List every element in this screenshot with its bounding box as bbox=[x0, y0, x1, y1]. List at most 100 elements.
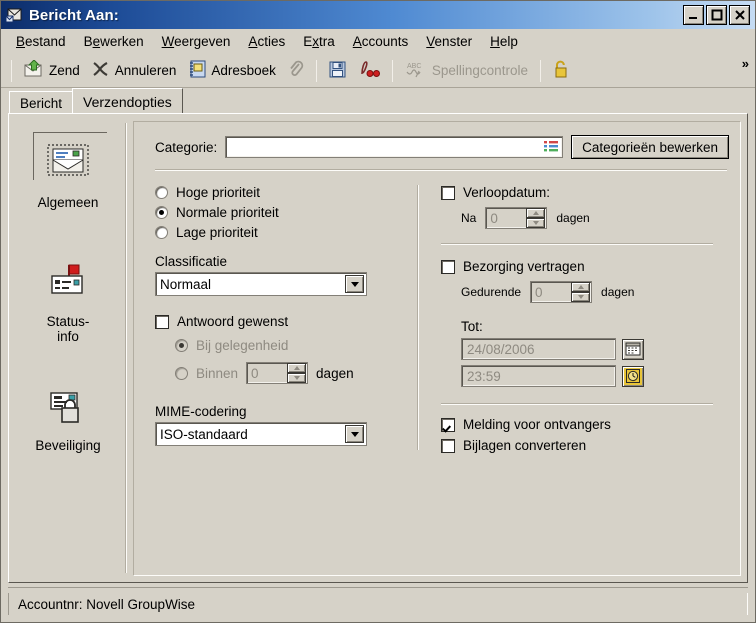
delay-until-date-field[interactable]: 24/08/2006 bbox=[461, 338, 616, 360]
rail-item-algemeen-label: Algemeen bbox=[37, 195, 99, 210]
padlock-icon bbox=[553, 59, 569, 82]
checkbox-indicator bbox=[441, 417, 455, 432]
mime-label: MIME-codering bbox=[155, 404, 247, 419]
checkbox-antwoord-gewenst-label: Antwoord gewenst bbox=[177, 314, 289, 329]
menu-venster[interactable]: Venster bbox=[417, 31, 481, 52]
checkbox-melding-voor-ontvangers[interactable]: Melding voor ontvangers bbox=[441, 417, 729, 432]
reply-within-days-spinner[interactable]: 0 bbox=[246, 362, 309, 384]
chevron-down-icon[interactable] bbox=[345, 425, 364, 443]
rail-item-beveiliging-label: Beveiliging bbox=[35, 437, 101, 453]
floppy-save-icon bbox=[329, 61, 346, 81]
delay-days-spinner[interactable]: 0 bbox=[530, 281, 593, 303]
title-bar[interactable]: Bericht Aan: bbox=[1, 1, 755, 29]
mail-message-icon bbox=[5, 7, 24, 23]
category-row: Categorie: Categorieën bewerken bbox=[141, 126, 737, 159]
spinner-up-button[interactable] bbox=[287, 363, 307, 373]
address-book-button[interactable]: Adresboek bbox=[182, 57, 282, 84]
menu-bar: Bestand Bewerken Weergeven Acties Extra … bbox=[1, 29, 755, 54]
rail-item-beveiliging[interactable]: Beveiliging bbox=[14, 389, 122, 454]
menu-bestand[interactable]: Bestand bbox=[7, 31, 75, 52]
menu-accounts[interactable]: Accounts bbox=[344, 31, 418, 52]
close-button[interactable] bbox=[729, 5, 750, 25]
radio-normale-prioriteit[interactable]: Normale prioriteit bbox=[155, 205, 403, 220]
status-flag-icon bbox=[47, 263, 89, 306]
status-bar-text: Accountnr: Novell GroupWise bbox=[8, 593, 748, 615]
delay-until-date-row: 24/08/2006 bbox=[441, 338, 729, 360]
checkbox-melding-voor-ontvangers-label: Melding voor ontvangers bbox=[463, 417, 611, 432]
checkbox-indicator bbox=[155, 314, 169, 329]
delay-unit-label: dagen bbox=[601, 285, 635, 299]
address-book-icon bbox=[188, 60, 206, 81]
expiration-days-value: 0 bbox=[490, 210, 498, 226]
cancel-button[interactable]: Annuleren bbox=[86, 58, 183, 83]
toolbar-separator-1 bbox=[315, 59, 317, 82]
checkbox-bijlagen-converteren[interactable]: Bijlagen converteren bbox=[441, 438, 729, 453]
mime-combo[interactable]: ISO-standaard bbox=[155, 422, 367, 446]
toolbar-grip[interactable] bbox=[11, 59, 12, 82]
radio-indicator bbox=[155, 206, 168, 219]
radio-indicator bbox=[155, 226, 168, 239]
delay-until-time-field[interactable]: 23:59 bbox=[461, 365, 616, 387]
delay-until-time-row: 23:59 bbox=[441, 365, 729, 387]
classification-combo[interactable]: Normaal bbox=[155, 272, 367, 296]
expiration-divider bbox=[441, 243, 713, 245]
calendar-icon[interactable] bbox=[622, 338, 644, 360]
spinner-down-button[interactable] bbox=[526, 218, 546, 228]
paperclip-icon bbox=[288, 60, 304, 81]
address-book-label: Adresboek bbox=[211, 63, 276, 78]
tab-bericht[interactable]: Bericht bbox=[9, 91, 74, 113]
classification-label: Classificatie bbox=[155, 254, 228, 269]
window-controls bbox=[683, 5, 750, 25]
rail-item-statusinfo[interactable]: Status- info bbox=[14, 263, 122, 345]
radio-bij-gelegenheid[interactable]: Bij gelegenheid bbox=[155, 338, 403, 353]
expiration-prefix-label: Na bbox=[461, 211, 477, 225]
category-label: Categorie: bbox=[155, 139, 218, 155]
window-title: Bericht Aan: bbox=[29, 6, 119, 24]
menu-extra[interactable]: Extra bbox=[294, 31, 344, 52]
security-button[interactable] bbox=[547, 56, 575, 85]
expiration-days-spinner[interactable]: 0 bbox=[485, 207, 548, 229]
checkbox-verloopdatum[interactable]: Verloopdatum: bbox=[441, 185, 729, 200]
clock-icon[interactable] bbox=[622, 365, 644, 387]
category-list-icon[interactable] bbox=[544, 140, 559, 153]
spinner-down-button[interactable] bbox=[571, 292, 591, 302]
checkbox-bezorging-vertragen-label: Bezorging vertragen bbox=[463, 259, 585, 274]
edit-categories-button[interactable]: Categorieën bewerken bbox=[571, 135, 729, 159]
lock-message-icon bbox=[47, 389, 89, 430]
maximize-button[interactable] bbox=[706, 5, 727, 25]
radio-bij-gelegenheid-label: Bij gelegenheid bbox=[196, 338, 289, 353]
minimize-button[interactable] bbox=[683, 5, 704, 25]
spinner-buttons bbox=[571, 282, 591, 302]
spellcheck-button[interactable]: ABC Spellingcontrole bbox=[399, 57, 534, 85]
delay-days-value: 0 bbox=[535, 284, 543, 300]
radio-hoge-prioriteit[interactable]: Hoge prioriteit bbox=[155, 185, 403, 200]
menu-help[interactable]: Help bbox=[481, 31, 527, 52]
menu-weergeven[interactable]: Weergeven bbox=[153, 31, 240, 52]
tab-verzendopties[interactable]: Verzendopties bbox=[72, 88, 183, 113]
signature-button[interactable] bbox=[352, 57, 386, 84]
menu-bewerken[interactable]: Bewerken bbox=[75, 31, 153, 52]
cancel-label: Annuleren bbox=[114, 63, 177, 78]
radio-binnen[interactable]: Binnen 0 dagen bbox=[155, 362, 403, 384]
spinner-down-button[interactable] bbox=[287, 373, 307, 383]
spinner-up-button[interactable] bbox=[571, 282, 591, 292]
left-column: Hoge prioriteit Normale prioriteit Lage … bbox=[155, 171, 403, 458]
checkbox-verloopdatum-label: Verloopdatum: bbox=[463, 185, 551, 200]
radio-lage-prioriteit[interactable]: Lage prioriteit bbox=[155, 225, 403, 240]
delay-divider bbox=[441, 403, 713, 405]
toolbar-overflow-button[interactable]: » bbox=[742, 54, 749, 71]
application-window: Bericht Aan: Bestand Bewerken Weergeven … bbox=[0, 0, 756, 623]
save-button[interactable] bbox=[323, 58, 352, 84]
checkbox-indicator bbox=[441, 259, 455, 274]
checkbox-bezorging-vertragen[interactable]: Bezorging vertragen bbox=[441, 259, 729, 274]
attach-button[interactable] bbox=[282, 57, 310, 84]
checkbox-antwoord-gewenst[interactable]: Antwoord gewenst bbox=[155, 314, 403, 329]
category-input[interactable] bbox=[225, 136, 564, 158]
checkbox-bijlagen-converteren-label: Bijlagen converteren bbox=[463, 438, 587, 453]
spinner-up-button[interactable] bbox=[526, 208, 546, 218]
chevron-down-icon[interactable] bbox=[345, 275, 364, 293]
status-bar: Accountnr: Novell GroupWise bbox=[8, 587, 748, 617]
send-button[interactable]: Zend bbox=[18, 57, 86, 85]
expiration-unit-label: dagen bbox=[556, 211, 590, 225]
menu-acties[interactable]: Acties bbox=[239, 31, 294, 52]
